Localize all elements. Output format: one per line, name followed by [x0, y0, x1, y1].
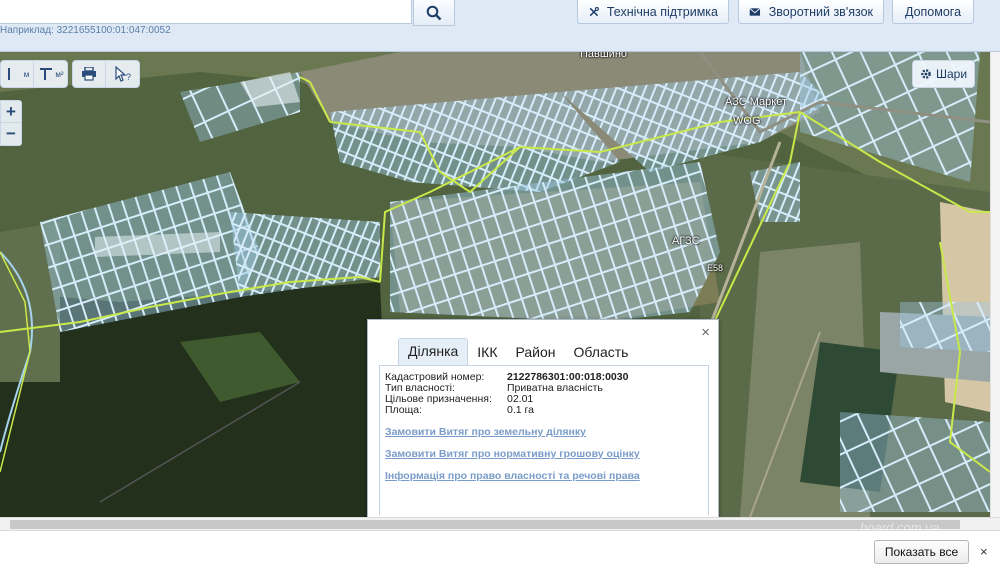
- print-info-tools: ?: [72, 60, 140, 88]
- layers-button[interactable]: Шари: [912, 60, 975, 88]
- top-bar: Наприклад: 3221655100:01:047:0052 Техніч…: [0, 0, 1000, 52]
- area-unit-label: м²: [55, 69, 64, 79]
- search-hint: Наприклад: 3221655100:01:047:0052: [0, 25, 171, 36]
- parcel-info-popup: × Ділянка ІКК Район Область Кадастровий …: [367, 319, 719, 519]
- measure-area-button[interactable]: м²: [34, 61, 67, 87]
- tab-parcel[interactable]: Ділянка: [398, 338, 469, 366]
- info-key: Площа:: [385, 404, 423, 416]
- order-valuation-extract-link[interactable]: Замовити Витяг про нормативну грошову оц…: [385, 448, 640, 460]
- tools-icon: [589, 6, 599, 16]
- tech-support-button[interactable]: Технічна підтримка: [577, 0, 729, 24]
- ownership-rights-info-link[interactable]: Інформація про право власності та речові…: [385, 470, 640, 482]
- ruler-icon: [7, 68, 10, 80]
- feedback-label: Зворотний зв'язок: [768, 4, 873, 19]
- downloads-bar: [0, 530, 1000, 563]
- search-button[interactable]: [413, 0, 455, 26]
- wog-label: WOG: [733, 115, 761, 127]
- gas-station-market-label: АЗС Маркет: [725, 96, 787, 108]
- info-row-area: Площа: 0.1 га: [385, 404, 534, 416]
- printer-icon: [82, 67, 96, 81]
- agzs-label: АГЗС: [672, 235, 700, 247]
- close-icon[interactable]: ×: [980, 544, 988, 559]
- tab-ikk[interactable]: ІКК: [468, 340, 506, 366]
- feedback-button[interactable]: Зворотний зв'язок: [738, 0, 884, 24]
- layers-label: Шари: [935, 67, 968, 81]
- vertical-scrollbar[interactable]: [990, 52, 1000, 517]
- tech-support-label: Технічна підтримка: [606, 4, 718, 19]
- road-label: Е58: [707, 263, 724, 273]
- envelope-icon: [749, 7, 761, 16]
- measure-tools: м м²: [0, 60, 68, 88]
- order-land-extract-link[interactable]: Замовити Витяг про земельну ділянку: [385, 426, 586, 438]
- scrollbar-thumb[interactable]: [10, 520, 960, 529]
- area-value: 0.1 га: [507, 404, 534, 416]
- horizontal-scrollbar[interactable]: [0, 517, 1000, 530]
- zoom-control: + −: [0, 100, 22, 146]
- zoom-in-button[interactable]: +: [1, 101, 21, 123]
- print-button[interactable]: [73, 61, 106, 87]
- help-button[interactable]: Допомога: [892, 0, 974, 24]
- show-all-button[interactable]: Показать все: [874, 540, 969, 564]
- search-icon: [426, 5, 442, 20]
- cursor-question-icon: ?: [114, 66, 131, 82]
- zoom-out-button[interactable]: −: [1, 123, 21, 145]
- help-label: Допомога: [904, 4, 962, 19]
- svg-text:?: ?: [126, 72, 131, 82]
- popup-close-button[interactable]: ×: [701, 325, 710, 340]
- gear-icon: [921, 69, 931, 79]
- measure-distance-button[interactable]: м: [1, 61, 34, 87]
- tab-region[interactable]: Область: [565, 340, 638, 366]
- village-label: Павшино: [580, 52, 628, 60]
- area-ruler-icon: [40, 68, 53, 80]
- popup-tabs: Ділянка ІКК Район Область: [398, 338, 637, 366]
- parcel-panel: Кадастровий номер: 2122786301:00:018:003…: [379, 365, 709, 515]
- search-input[interactable]: [0, 0, 412, 24]
- measure-unit-label: м: [23, 69, 30, 79]
- tab-district[interactable]: Район: [507, 340, 565, 366]
- identify-button[interactable]: ?: [106, 61, 139, 87]
